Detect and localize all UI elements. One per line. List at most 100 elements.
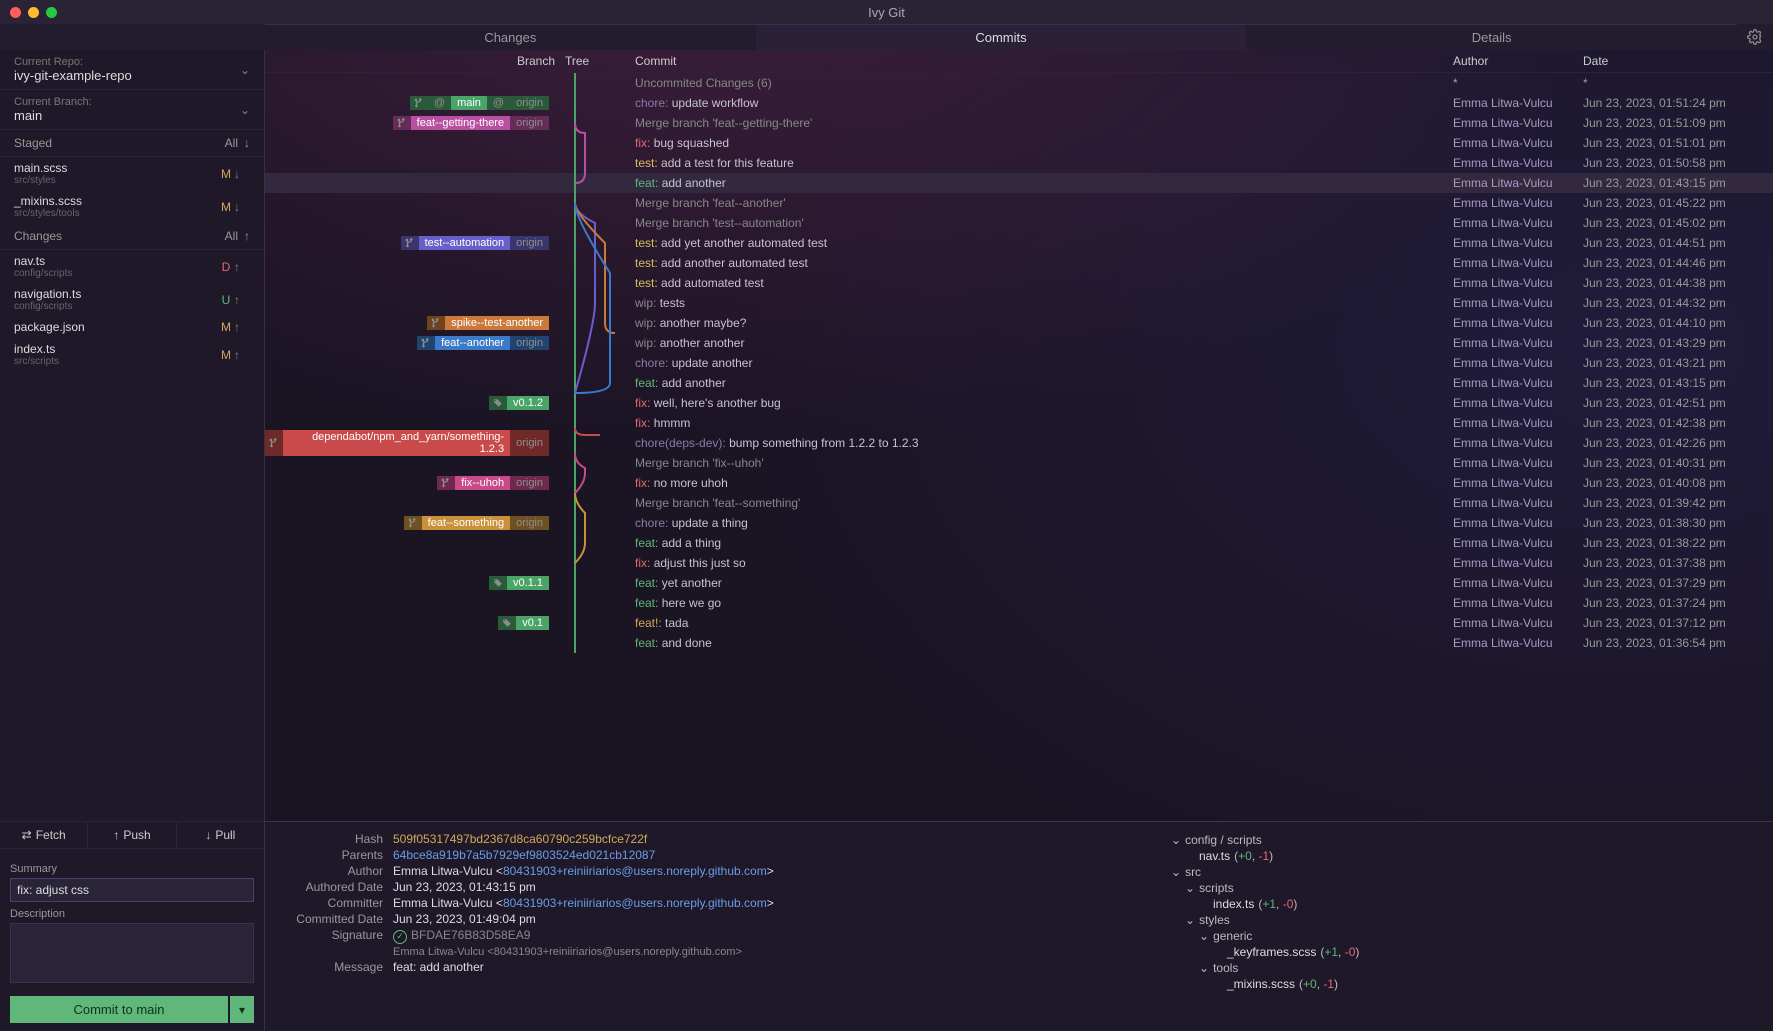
minimize-window-button[interactable]	[28, 7, 39, 18]
commit-row[interactable]: Merge branch 'feat--something'Emma Litwa…	[265, 493, 1773, 513]
commit-row[interactable]: Merge branch 'test--automation'Emma Litw…	[265, 213, 1773, 233]
branch-badge[interactable]: dependabot/npm_and_yarn/something-1.2.3	[283, 430, 510, 456]
commit-row[interactable]: fix: adjust this just soEmma Litwa-Vulcu…	[265, 553, 1773, 573]
file-action-icon[interactable]: ↑	[234, 348, 250, 362]
tag-badge[interactable]: v0.1.1	[507, 576, 549, 590]
push-button[interactable]: ↑Push	[88, 822, 176, 848]
file-row[interactable]: _mixins.scsssrc/styles/toolsM↓	[0, 190, 264, 223]
commit-row[interactable]: Merge branch 'fix--uhoh'Emma Litwa-Vulcu…	[265, 453, 1773, 473]
file-action-icon[interactable]: ↓	[234, 167, 250, 181]
commit-author: Emma Litwa-Vulcu	[1453, 216, 1583, 230]
commit-row[interactable]: Merge branch 'feat--another'Emma Litwa-V…	[265, 193, 1773, 213]
commit-row[interactable]: feat: and doneEmma Litwa-VulcuJun 23, 20…	[265, 633, 1773, 653]
file-row[interactable]: package.jsonM↑	[0, 316, 264, 338]
commit-hash[interactable]: 509f05317497bd2367d8ca60790c259bcfce722f	[393, 832, 647, 846]
commit-dropdown-button[interactable]: ▾	[230, 996, 254, 1023]
unstage-all-icon[interactable]: ↓	[244, 136, 250, 150]
tree-file[interactable]: nav.ts (+0, -1)	[1171, 848, 1755, 864]
description-input[interactable]	[10, 923, 254, 983]
commit-date: Jun 23, 2023, 01:43:21 pm	[1583, 356, 1773, 370]
commit-row[interactable]: fix--uhohoriginfix: no more uhohEmma Lit…	[265, 473, 1773, 493]
tab-commits[interactable]: Commits	[756, 24, 1247, 50]
fetch-button[interactable]: ⇄Fetch	[0, 822, 88, 848]
commit-row[interactable]: fix: bug squashedEmma Litwa-VulcuJun 23,…	[265, 133, 1773, 153]
branch-badge[interactable]: feat--another	[435, 336, 510, 350]
committer-email-link[interactable]: 80431903+reiniiriarios@users.noreply.git…	[503, 896, 767, 910]
settings-button[interactable]	[1737, 24, 1773, 50]
tree-folder[interactable]: ⌄src	[1171, 864, 1755, 880]
tree-file[interactable]: _keyframes.scss (+1, -0)	[1171, 944, 1755, 960]
tree-folder[interactable]: ⌄scripts	[1171, 880, 1755, 896]
col-author[interactable]: Author	[1453, 54, 1583, 68]
tree-folder[interactable]: ⌄config / scripts	[1171, 832, 1755, 848]
col-branch[interactable]: Branch	[265, 54, 565, 68]
commit-row[interactable]: feat: add anotherEmma Litwa-VulcuJun 23,…	[265, 173, 1773, 193]
commit-row[interactable]: feat--getting-thereoriginMerge branch 'f…	[265, 113, 1773, 133]
tree-file[interactable]: index.ts (+1, -0)	[1171, 896, 1755, 912]
commit-row[interactable]: v0.1.2fix: well, here's another bugEmma …	[265, 393, 1773, 413]
commit-date: Jun 23, 2023, 01:44:46 pm	[1583, 256, 1773, 270]
file-action-icon[interactable]: ↑	[234, 293, 250, 307]
tag-badge[interactable]: v0.1.2	[507, 396, 549, 410]
tag-badge[interactable]: v0.1	[516, 616, 549, 630]
file-action-icon[interactable]: ↑	[234, 320, 250, 334]
parent-hash-link[interactable]: 64bce8a919b7a5b7929ef9803524ed021cb12087	[393, 848, 655, 862]
commit-row[interactable]: spike--test-anotherwip: another maybe?Em…	[265, 313, 1773, 333]
col-commit[interactable]: Commit	[635, 54, 1453, 68]
commit-row[interactable]: dependabot/npm_and_yarn/something-1.2.3o…	[265, 433, 1773, 453]
commit-row[interactable]: v0.1feat!: tadaEmma Litwa-VulcuJun 23, 2…	[265, 613, 1773, 633]
commit-row[interactable]: test: add automated testEmma Litwa-Vulcu…	[265, 273, 1773, 293]
commit-author: Emma Litwa-Vulcu	[1453, 156, 1583, 170]
repo-selector[interactable]: Current Repo: ivy-git-example-repo ⌄	[0, 50, 264, 90]
close-window-button[interactable]	[10, 7, 21, 18]
tab-changes[interactable]: Changes	[265, 24, 756, 50]
file-row[interactable]: main.scsssrc/stylesM↓	[0, 157, 264, 190]
changes-all[interactable]: All	[225, 229, 238, 243]
commit-author: Emma Litwa-Vulcu	[1453, 456, 1583, 470]
commit-row[interactable]: chore: update anotherEmma Litwa-VulcuJun…	[265, 353, 1773, 373]
branch-badge[interactable]: main	[451, 96, 487, 110]
commit-row[interactable]: feat: add a thingEmma Litwa-VulcuJun 23,…	[265, 533, 1773, 553]
tree-folder[interactable]: ⌄styles	[1171, 912, 1755, 928]
branch-badge[interactable]: feat--something	[422, 516, 510, 530]
file-action-icon[interactable]: ↓	[234, 200, 250, 214]
uncommitted-row[interactable]: Uncommited Changes (6) * *	[265, 73, 1773, 93]
commit-row[interactable]: feat--anotheroriginwip: another anotherE…	[265, 333, 1773, 353]
commit-row[interactable]: test: add another automated testEmma Lit…	[265, 253, 1773, 273]
col-tree[interactable]: Tree	[565, 54, 635, 68]
commit-prefix: fix	[635, 396, 647, 410]
branch-badge[interactable]: test--automation	[419, 236, 510, 250]
stage-all-icon[interactable]: ↑	[244, 229, 250, 243]
tree-file[interactable]: _mixins.scss (+0, -1)	[1171, 976, 1755, 992]
branch-badge[interactable]: spike--test-another	[445, 316, 549, 330]
tree-folder[interactable]: ⌄generic	[1171, 928, 1755, 944]
tab-details[interactable]: Details	[1246, 24, 1737, 50]
pull-button[interactable]: ↓Pull	[177, 822, 264, 848]
branch-badge[interactable]: feat--getting-there	[411, 116, 510, 130]
staged-all[interactable]: All	[225, 136, 238, 150]
file-action-icon[interactable]: ↑	[234, 260, 250, 274]
summary-input[interactable]	[10, 878, 254, 902]
commit-row[interactable]: test: add a test for this featureEmma Li…	[265, 153, 1773, 173]
commit-date: Jun 23, 2023, 01:40:08 pm	[1583, 476, 1773, 490]
col-date[interactable]: Date	[1583, 54, 1773, 68]
commit-prefix: fix	[635, 136, 647, 150]
commit-row[interactable]: v0.1.1feat: yet anotherEmma Litwa-VulcuJ…	[265, 573, 1773, 593]
maximize-window-button[interactable]	[46, 7, 57, 18]
commit-row[interactable]: feat: here we goEmma Litwa-VulcuJun 23, …	[265, 593, 1773, 613]
commit-row[interactable]: @main@originchore: update workflowEmma L…	[265, 93, 1773, 113]
file-row[interactable]: nav.tsconfig/scriptsD↑	[0, 250, 264, 283]
file-row[interactable]: navigation.tsconfig/scriptsU↑	[0, 283, 264, 316]
branch-badge[interactable]: fix--uhoh	[455, 476, 510, 490]
file-row[interactable]: index.tssrc/scriptsM↑	[0, 338, 264, 371]
author-email-link[interactable]: 80431903+reiniiriarios@users.noreply.git…	[503, 864, 767, 878]
branch-selector[interactable]: Current Branch: main ⌄	[0, 90, 264, 130]
commit-msg: tada	[665, 616, 688, 630]
commit-row[interactable]: feat: add anotherEmma Litwa-VulcuJun 23,…	[265, 373, 1773, 393]
commit-row[interactable]: test--automationorigintest: add yet anot…	[265, 233, 1773, 253]
commit-row[interactable]: wip: testsEmma Litwa-VulcuJun 23, 2023, …	[265, 293, 1773, 313]
tree-folder[interactable]: ⌄tools	[1171, 960, 1755, 976]
commit-row[interactable]: feat--somethingoriginchore: update a thi…	[265, 513, 1773, 533]
commit-button[interactable]: Commit to main	[10, 996, 228, 1023]
changes-header: Changes All ↑	[0, 223, 264, 250]
